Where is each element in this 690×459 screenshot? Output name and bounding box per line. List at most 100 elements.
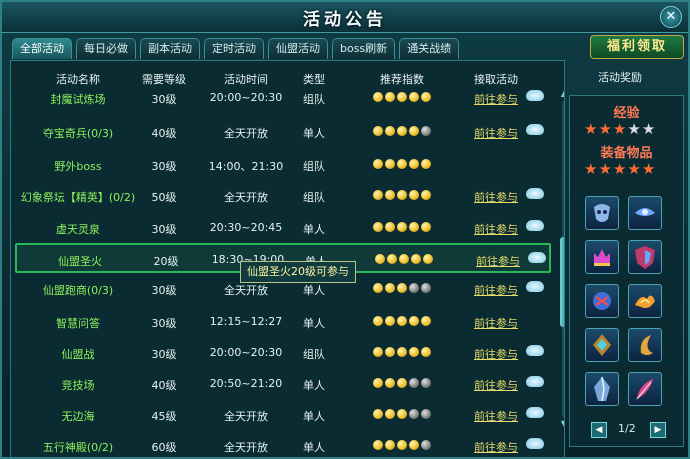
prev-page-icon[interactable]: ◀ <box>591 422 607 438</box>
recommend-rating <box>373 378 431 388</box>
activity-name: 竞技场 <box>61 379 95 392</box>
recommend-rating <box>373 92 431 102</box>
recommend-rating <box>373 283 431 293</box>
join-activity-link[interactable]: 前往参与 <box>474 439 518 455</box>
tab-1[interactable]: 每日必做 <box>76 38 136 59</box>
activity-row[interactable]: 野外boss 30级 14:00、21:30 组队 <box>15 150 551 180</box>
tab-3[interactable]: 定时活动 <box>204 38 264 59</box>
rating-coin-icon <box>409 126 419 136</box>
activity-time: 全天开放 <box>224 191 268 204</box>
teleport-cloud-icon[interactable] <box>526 220 544 231</box>
tab-4[interactable]: 仙盟活动 <box>268 38 328 59</box>
rating-coin-icon <box>409 92 419 102</box>
reward-pager: ◀ 1/2 ▶ <box>588 420 666 440</box>
teleport-cloud-icon[interactable] <box>526 281 544 292</box>
teleport-cloud-icon[interactable] <box>526 407 544 418</box>
activity-row[interactable]: 夺宝奇兵(0/3) 40级 全天开放 单人 前往参与 <box>15 117 551 147</box>
star-icon: ★ <box>584 120 598 138</box>
activity-level: 30级 <box>151 223 177 236</box>
rating-coin-icon <box>397 222 407 232</box>
tab-5[interactable]: boss刷新 <box>332 38 396 59</box>
join-activity-link[interactable]: 前往参与 <box>474 408 518 424</box>
join-activity-link[interactable]: 前往参与 <box>474 221 518 237</box>
join-activity-link[interactable]: 前往参与 <box>474 125 518 141</box>
exp-stars: ★ ★ ★ ★ ★ <box>584 120 655 138</box>
join-activity-link[interactable]: 前往参与 <box>474 189 518 205</box>
crescent-icon[interactable] <box>628 328 662 362</box>
crown-icon[interactable] <box>585 240 619 274</box>
rating-coin-icon <box>373 316 383 326</box>
next-page-icon[interactable]: ▶ <box>650 422 666 438</box>
join-activity-link[interactable]: 前往参与 <box>474 91 518 107</box>
activity-name: 仙盟圣火 <box>58 255 102 268</box>
rating-coin-icon <box>385 283 395 293</box>
scroll-thumb[interactable] <box>560 237 564 327</box>
spirit-icon[interactable] <box>585 284 619 318</box>
star-icon: ★ <box>612 160 627 178</box>
activity-row[interactable]: 无边海 45级 全天开放 单人 前往参与 <box>15 400 551 430</box>
activity-name: 仙盟跑商(0/3) <box>42 284 114 297</box>
teleport-cloud-icon[interactable] <box>526 438 544 449</box>
join-activity-link[interactable]: 前往参与 <box>474 282 518 298</box>
activity-list-panel: 活动名称 需要等级 活动时间 类型 推荐指数 接取活动 封魔试炼场 30级 20:0… <box>10 60 565 457</box>
activity-row[interactable]: 仙盟战 30级 20:00~20:30 组队 前往参与 <box>15 338 551 368</box>
rating-coin-icon <box>373 92 383 102</box>
activity-row[interactable]: 封魔试炼场 30级 20:00~20:30 组队 前往参与 <box>15 83 551 113</box>
rating-coin-icon <box>421 316 431 326</box>
rating-coin-icon <box>421 378 431 388</box>
rating-coin-icon <box>397 283 407 293</box>
activity-row[interactable]: 虚天灵泉 30级 20:30~20:45 单人 前往参与 <box>15 213 551 243</box>
activity-time: 全天开放 <box>224 410 268 423</box>
rating-coin-icon <box>421 159 431 169</box>
crystal-icon[interactable] <box>585 372 619 406</box>
star-icon: ★ <box>627 160 641 178</box>
star-icon: ★ <box>641 120 656 138</box>
activity-level: 45级 <box>151 410 177 423</box>
rating-coin-icon <box>421 283 431 293</box>
join-activity-link[interactable]: 前往参与 <box>476 253 520 269</box>
tab-6[interactable]: 通关战绩 <box>399 38 460 59</box>
scroll-up-icon[interactable]: ▲ <box>559 89 564 99</box>
activity-type: 单人 <box>303 127 325 140</box>
rating-coin-icon <box>385 92 395 102</box>
join-activity-link[interactable]: 前往参与 <box>474 315 518 331</box>
gem-icon[interactable] <box>628 196 662 230</box>
rune-icon[interactable] <box>585 328 619 362</box>
activity-time: 12:15~12:27 <box>209 315 283 328</box>
close-icon[interactable]: ✕ <box>660 6 682 28</box>
scroll-down-icon[interactable]: ▼ <box>559 419 564 429</box>
rating-coin-icon <box>397 440 407 450</box>
activity-row[interactable]: 幻象祭坛【精英】(0/2) 50级 全天开放 组队 前往参与 <box>15 181 551 211</box>
star-icon: ★ <box>584 160 598 178</box>
activity-row[interactable]: 五行神殿(0/2) 60级 全天开放 单人 前往参与 <box>15 431 551 457</box>
rating-coin-icon <box>373 409 383 419</box>
join-activity-link[interactable]: 前往参与 <box>474 346 518 362</box>
activity-row[interactable]: 智慧问答 30级 12:15~12:27 单人 前往参与 <box>15 307 551 337</box>
flame-icon[interactable] <box>628 284 662 318</box>
rating-coin-icon <box>421 440 431 450</box>
teleport-cloud-icon[interactable] <box>528 252 546 263</box>
activity-level: 60级 <box>151 441 177 454</box>
recommend-rating <box>375 254 433 264</box>
tab-2[interactable]: 副本活动 <box>140 38 200 59</box>
join-activity-link[interactable]: 前往参与 <box>474 377 518 393</box>
mask-icon[interactable] <box>585 196 619 230</box>
teleport-cloud-icon[interactable] <box>526 90 544 101</box>
shield-icon[interactable] <box>628 240 662 274</box>
feather-icon[interactable] <box>628 372 662 406</box>
activity-level: 30级 <box>151 160 177 173</box>
welfare-button[interactable]: 福利领取 <box>590 35 684 59</box>
item-label: 装备物品 <box>600 146 653 161</box>
teleport-cloud-icon[interactable] <box>526 124 544 135</box>
rating-coin-icon <box>373 222 383 232</box>
reward-header: 活动奖励 <box>598 71 642 84</box>
teleport-cloud-icon[interactable] <box>526 345 544 356</box>
title-bar: 活动公告 ✕ <box>2 2 688 33</box>
activity-row[interactable]: 竞技场 40级 20:50~21:20 单人 前往参与 <box>15 369 551 399</box>
scrollbar[interactable]: ▲ ▼ <box>559 89 564 429</box>
tab-0[interactable]: 全部活动 <box>12 38 72 59</box>
rating-coin-icon <box>385 409 395 419</box>
activity-type: 单人 <box>303 410 325 423</box>
teleport-cloud-icon[interactable] <box>526 376 544 387</box>
teleport-cloud-icon[interactable] <box>526 188 544 199</box>
